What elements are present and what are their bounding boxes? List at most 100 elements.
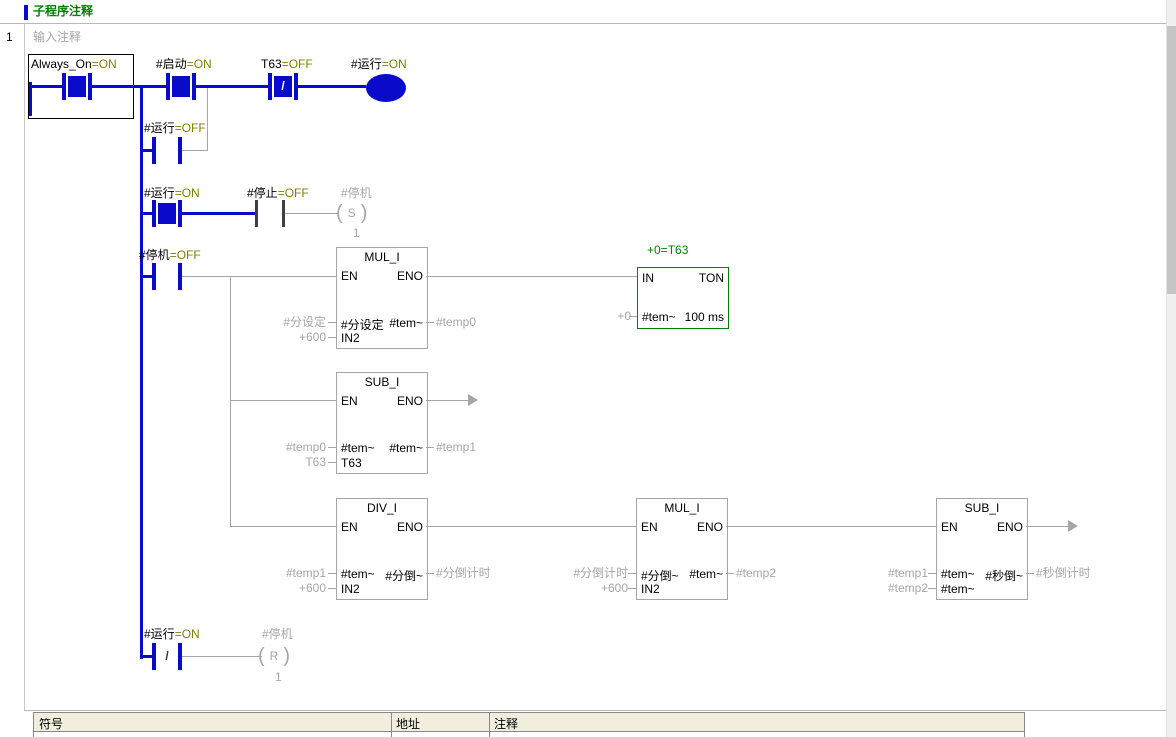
pin-in1[interactable]: #tem~ [341, 441, 375, 455]
block-ton-t63[interactable]: IN TON #tem~ 100 ms [637, 267, 729, 329]
contact-always-on[interactable] [62, 73, 92, 100]
pin-eno: ENO [397, 520, 423, 534]
block-sub-1[interactable]: SUB_I EN ENO #tem~ T63 #tem~ [336, 372, 428, 474]
nc-slash: / [274, 76, 292, 97]
pin-pt[interactable]: #tem~ [642, 310, 676, 324]
wire [285, 213, 339, 214]
pin-stub [726, 573, 734, 574]
contact-label-t63[interactable]: T63=OFF [261, 57, 313, 71]
contact-start[interactable] [166, 73, 196, 100]
operand-name: #停止 [247, 186, 278, 200]
operand-out[interactable]: #temp2 [736, 566, 776, 580]
pin-in2[interactable]: IN2 [341, 331, 360, 345]
pin-in1[interactable]: #tem~ [341, 567, 375, 581]
block-mul-1[interactable]: MUL_I EN ENO #分设定 IN2 #tem~ [336, 247, 428, 349]
wire [182, 212, 255, 215]
column-divider[interactable] [489, 713, 490, 737]
pin-in: IN [642, 271, 654, 285]
contact-run-nc[interactable]: / [152, 643, 182, 670]
operand-in2[interactable]: T63 [278, 455, 326, 469]
contact-label-always-on[interactable]: Always_On=ON [31, 57, 117, 71]
pin-en: EN [941, 520, 958, 534]
pin-out[interactable]: #tem~ [389, 441, 423, 455]
operand-out[interactable]: #秒倒计时 [1036, 566, 1091, 580]
operand-name: #运行 [351, 57, 382, 71]
contact-halt[interactable] [152, 263, 182, 290]
pin-stub [328, 447, 336, 448]
pin-in1[interactable]: #tem~ [941, 567, 975, 581]
coil-label-run[interactable]: #运行=ON [351, 57, 407, 71]
coil-label-halt-reset[interactable]: #停机 [262, 627, 293, 641]
operand-value: =OFF [278, 186, 309, 200]
column-header-address: 地址 [396, 715, 420, 732]
coil-set-halt[interactable]: (S) [336, 201, 367, 225]
pin-stub [328, 337, 336, 338]
pin-out[interactable]: #tem~ [689, 567, 723, 581]
pin-in2[interactable]: #tem~ [941, 582, 975, 596]
operand-in2[interactable]: #temp2 [856, 581, 928, 595]
block-div-1[interactable]: DIV_I EN ENO #tem~ IN2 #分倒~ [336, 498, 428, 600]
operand-in2[interactable]: +600 [278, 581, 326, 595]
operand-name: T63 [261, 57, 282, 71]
contact-bar [268, 73, 272, 100]
contact-label-stop[interactable]: #停止=OFF [247, 186, 309, 200]
operand-in1[interactable]: #分设定 [258, 315, 326, 329]
operand-name: #运行 [144, 627, 175, 641]
operand-in1[interactable]: #分倒计时 [554, 566, 628, 580]
operand-name: Always_On [31, 57, 92, 71]
contact-t63-nc[interactable]: / [268, 73, 298, 100]
operand-in2[interactable]: +600 [278, 330, 326, 344]
pin-stub [628, 588, 636, 589]
pin-in2[interactable]: T63 [341, 456, 362, 470]
coil-paren: ( [258, 646, 265, 666]
wire [182, 276, 336, 277]
contact-bar [152, 137, 156, 164]
block-title: MUL_I [637, 501, 727, 515]
operand-in1[interactable]: #temp1 [856, 566, 928, 580]
contact-label-start[interactable]: #启动=ON [156, 57, 212, 71]
pane-splitter[interactable] [24, 710, 1166, 711]
column-divider[interactable] [391, 713, 392, 737]
contact-label-run-parallel[interactable]: #运行=OFF [144, 121, 206, 135]
scrollbar-thumb[interactable] [1167, 26, 1176, 294]
operand-out[interactable]: #分倒计时 [436, 566, 491, 580]
operand-value: =OFF [170, 248, 201, 262]
contact-run-2[interactable] [152, 200, 182, 227]
operand-name: #运行 [144, 186, 175, 200]
continuation-arrow-icon [1068, 520, 1078, 532]
operand-name: #启动 [156, 57, 187, 71]
coil-run[interactable] [366, 74, 406, 102]
operand-out[interactable]: #temp1 [436, 440, 476, 454]
network-comment[interactable]: 输入注释 [33, 30, 81, 44]
pin-in2[interactable]: IN2 [641, 582, 660, 596]
contact-run-parallel[interactable] [152, 137, 182, 164]
wire [298, 85, 366, 88]
pin-eno: ENO [697, 520, 723, 534]
wire [143, 149, 152, 152]
contact-stop[interactable] [255, 200, 285, 227]
wire [426, 400, 470, 401]
pin-out[interactable]: #分倒~ [385, 567, 423, 584]
operand-pt[interactable]: +0 [598, 309, 631, 323]
contact-state-fill [158, 203, 176, 224]
pin-in2[interactable]: IN2 [341, 582, 360, 596]
plc-ladder-editor: 子程序注释 1 输入注释 Always_On=ON #启动=ON T63=OFF… [0, 0, 1176, 737]
block-sub-2[interactable]: SUB_I EN ENO #tem~ #tem~ #秒倒~ [936, 498, 1028, 600]
contact-label-run-2[interactable]: #运行=ON [144, 186, 200, 200]
operand-in1[interactable]: #temp1 [258, 566, 326, 580]
coil-label-halt[interactable]: #停机 [341, 186, 372, 200]
block-mul-2[interactable]: MUL_I EN ENO #分倒~ IN2 #tem~ [636, 498, 728, 600]
operand-out[interactable]: #temp0 [436, 315, 476, 329]
contact-label-run-nc[interactable]: #运行=ON [144, 627, 200, 641]
pin-out[interactable]: #秒倒~ [985, 567, 1023, 584]
pin-en: EN [341, 394, 358, 408]
network-number: 1 [6, 30, 13, 44]
subroutine-comment-title[interactable]: 子程序注释 [33, 4, 93, 18]
operand-in2[interactable]: +600 [578, 581, 628, 595]
pin-out[interactable]: #tem~ [389, 316, 423, 330]
operand-in1[interactable]: #temp0 [258, 440, 326, 454]
contact-label-halt[interactable]: #停机=OFF [139, 248, 201, 262]
timer-status: +0=T63 [647, 243, 688, 257]
coil-reset-halt[interactable]: (R) [258, 644, 290, 668]
operand-value: =ON [92, 57, 117, 71]
